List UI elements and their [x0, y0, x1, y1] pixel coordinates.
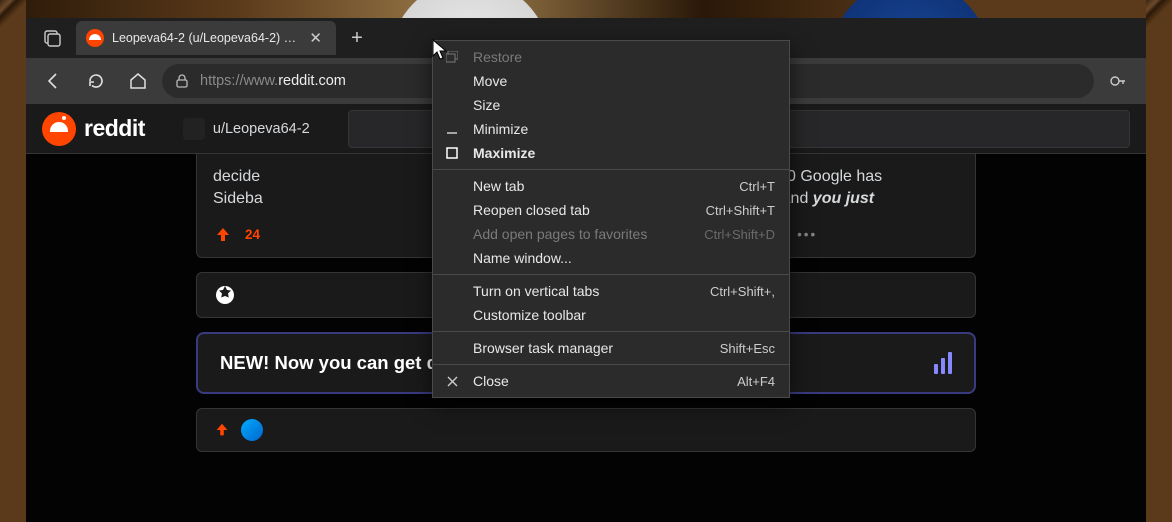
bar-chart-icon [934, 352, 952, 374]
menu-separator [433, 364, 789, 365]
home-button[interactable] [120, 64, 156, 98]
subreddit-label: u/Leopeva64-2 [213, 121, 310, 137]
menu-separator [433, 331, 789, 332]
passwords-icon[interactable] [1100, 71, 1136, 91]
menu-item-reopen-tab[interactable]: Reopen closed tabCtrl+Shift+T [433, 198, 789, 222]
menu-item-add-favorites: Add open pages to favoritesCtrl+Shift+D [433, 222, 789, 246]
menu-item-restore: Restore [433, 45, 789, 69]
desktop-wallpaper-strip [0, 0, 1172, 18]
tab-close-button[interactable]: ✕ [305, 27, 326, 49]
user-avatar-icon [183, 118, 205, 140]
menu-item-close[interactable]: CloseAlt+F4 [433, 369, 789, 393]
upvote-icon[interactable] [213, 421, 231, 439]
tab-title: Leopeva64-2 (u/Leopeva64-2) - R [112, 31, 297, 45]
minimize-icon [443, 123, 461, 135]
subreddit-dropdown[interactable]: u/Leopeva64-2 [183, 118, 310, 140]
more-button[interactable]: ••• [797, 227, 817, 242]
post-card[interactable] [196, 408, 976, 452]
subreddit-avatar-icon [241, 419, 263, 441]
tab-actions-button[interactable] [34, 23, 70, 53]
refresh-button[interactable] [78, 64, 114, 98]
desktop-wallpaper-edge [0, 0, 26, 522]
reddit-wordmark: reddit [84, 115, 145, 142]
reddit-favicon [86, 29, 104, 47]
maximize-icon [443, 147, 461, 159]
menu-item-task-manager[interactable]: Browser task managerShift+Esc [433, 336, 789, 360]
url-text: https://www.reddit.com [200, 73, 346, 89]
menu-item-vertical-tabs[interactable]: Turn on vertical tabsCtrl+Shift+, [433, 279, 789, 303]
browser-tab[interactable]: Leopeva64-2 (u/Leopeva64-2) - R ✕ [76, 21, 336, 55]
menu-item-move[interactable]: Move [433, 69, 789, 93]
upvote-button[interactable] [213, 225, 233, 245]
menu-separator [433, 274, 789, 275]
badge-icon [213, 283, 237, 307]
menu-item-minimize[interactable]: Minimize [433, 117, 789, 141]
new-tab-button[interactable]: + [340, 21, 374, 55]
menu-item-customize-toolbar[interactable]: Customize toolbar [433, 303, 789, 327]
menu-item-new-tab[interactable]: New tabCtrl+T [433, 174, 789, 198]
menu-item-maximize[interactable]: Maximize [433, 141, 789, 165]
window-context-menu: Restore Move Size Minimize Maximize New … [432, 40, 790, 398]
menu-separator [433, 169, 789, 170]
restore-icon [443, 51, 461, 63]
menu-item-size[interactable]: Size [433, 93, 789, 117]
reddit-logo-icon [42, 112, 76, 146]
menu-item-name-window[interactable]: Name window... [433, 246, 789, 270]
site-lock-icon[interactable] [174, 73, 190, 89]
desktop-wallpaper-edge [1146, 0, 1172, 522]
reddit-logo[interactable]: reddit [42, 112, 145, 146]
back-button[interactable] [36, 64, 72, 98]
close-icon [443, 376, 461, 387]
vote-count: 24 [245, 227, 260, 242]
